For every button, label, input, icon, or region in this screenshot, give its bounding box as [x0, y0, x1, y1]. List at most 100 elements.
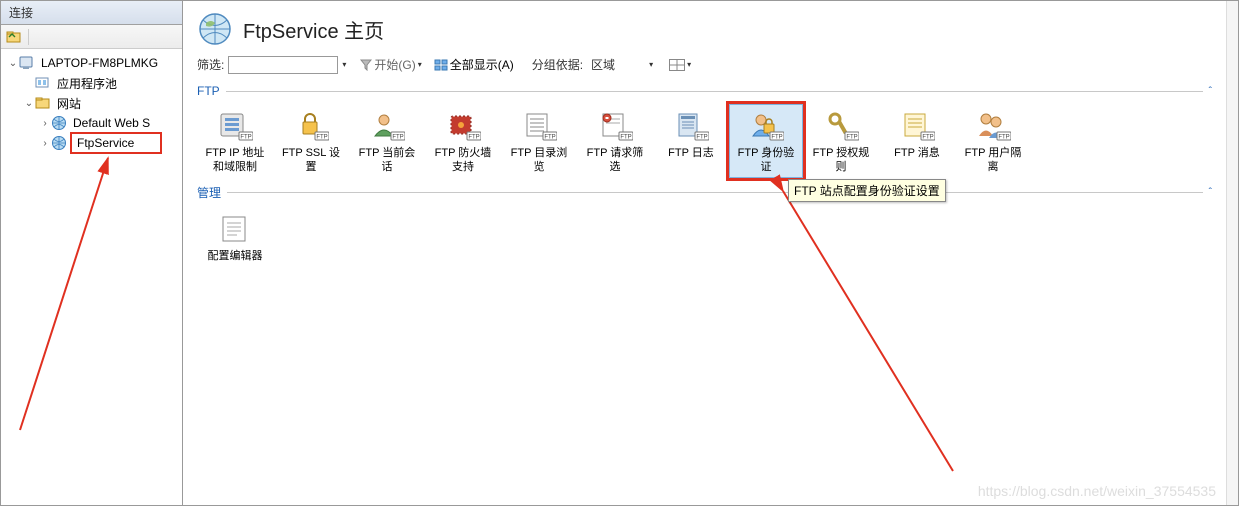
expander-icon[interactable]: ›	[39, 118, 51, 129]
globe-icon	[51, 135, 67, 151]
show-all-label: 全部显示(A)	[450, 56, 514, 73]
ftp-feature-icon: FTP	[899, 108, 935, 144]
toolbar-open-icon[interactable]	[5, 28, 23, 46]
expander-icon[interactable]: ⌄	[23, 98, 35, 109]
config-editor-icon	[217, 211, 253, 247]
tree-node-app-pools[interactable]: 应用程序池	[3, 73, 180, 93]
ftp-feature-icon: FTP	[597, 108, 633, 144]
ftp-feature-item[interactable]: FTP FTP 请求筛 选	[577, 104, 653, 178]
ftp-feature-label: FTP 防火墙 支持	[435, 146, 492, 174]
filter-label: 筛选:	[197, 56, 224, 73]
connections-header: 连接	[1, 1, 182, 25]
chevron-down-icon[interactable]: ▾	[342, 60, 346, 69]
expander-icon[interactable]: ›	[39, 138, 51, 149]
section-divider	[226, 91, 1203, 92]
grid-view-icon	[669, 59, 685, 71]
ftp-feature-label: FTP 日志	[668, 146, 714, 160]
tree-node-ftpservice[interactable]: › FtpService	[3, 133, 180, 153]
ftp-feature-label: FTP 当前会 话	[359, 146, 416, 174]
tree-label: 网站	[54, 94, 84, 113]
ftp-feature-item[interactable]: FTPFTP 防火墙 支持	[425, 104, 501, 178]
chevron-down-icon: ▾	[418, 60, 422, 69]
ftp-feature-label: FTP 用户隔 离	[965, 146, 1022, 174]
ftp-section: FTP ˆ FTPFTP IP 地址 和域限制FTPFTP SSL 设 置FTP…	[183, 80, 1226, 180]
section-header-management[interactable]: 管理 ˆ	[197, 184, 1212, 201]
group-by-value[interactable]: 区域	[587, 56, 645, 73]
management-feature-label: 配置编辑器	[208, 249, 263, 263]
tree-node-sites[interactable]: ⌄ 网站	[3, 93, 180, 113]
management-icon-grid: 配置编辑器	[197, 201, 1212, 269]
ftp-feature-item[interactable]: FTP FTP 身份验 证	[729, 104, 803, 178]
watermark: https://blog.csdn.net/weixin_37554535	[978, 483, 1216, 499]
ftp-feature-item[interactable]: FTPFTP 授权规 则	[803, 104, 879, 178]
filter-input[interactable]	[228, 56, 338, 74]
ftp-feature-item[interactable]: FTP FTP 用户隔 离	[955, 104, 1031, 178]
management-feature-item[interactable]: 配置编辑器	[197, 207, 273, 267]
start-button[interactable]: 开始(G) ▾	[356, 55, 425, 74]
ftp-feature-icon: FTP	[293, 108, 329, 144]
ftp-feature-item[interactable]: FTP FTP SSL 设 置	[273, 104, 349, 178]
collapse-caret-icon[interactable]: ˆ	[1203, 187, 1212, 198]
ftp-feature-item[interactable]: FTP FTP IP 地址 和域限制	[197, 104, 273, 178]
ftp-feature-label: FTP 消息	[894, 146, 940, 160]
chevron-down-icon[interactable]: ▾	[649, 60, 653, 69]
globe-icon	[51, 115, 67, 131]
svg-text:FTP: FTP	[998, 135, 1009, 141]
ftp-feature-icon: FTP	[369, 108, 405, 144]
ftp-feature-item[interactable]: FTP FTP 消息	[879, 104, 955, 178]
ftp-feature-label: FTP IP 地址 和域限制	[206, 146, 265, 174]
tooltip: FTP 站点配置身份验证设置	[788, 179, 946, 202]
svg-text:FTP: FTP	[544, 135, 555, 141]
tree-label: 应用程序池	[54, 74, 120, 93]
ftp-feature-icon: FTP	[217, 108, 253, 144]
svg-text:FTP: FTP	[316, 135, 327, 141]
ftp-feature-label: FTP SSL 设 置	[282, 146, 340, 174]
connections-panel: 连接 ⌄ LAPTOP-FM8PLMKG 应用程序池	[1, 1, 183, 505]
ftp-feature-item[interactable]: FTPFTP 目录浏 览	[501, 104, 577, 178]
section-title: FTP	[197, 84, 226, 98]
ftp-feature-icon: FTP	[823, 108, 859, 144]
tree-node-default-site[interactable]: › Default Web S	[3, 113, 180, 133]
ftp-feature-label: FTP 身份验 证	[738, 146, 795, 174]
chevron-down-icon: ▾	[687, 60, 691, 69]
ftp-feature-icon: FTP	[521, 108, 557, 144]
section-divider	[227, 192, 1203, 193]
ftp-feature-item[interactable]: FTPFTP 当前会 话	[349, 104, 425, 178]
start-label: 开始(G)	[374, 56, 415, 73]
tree-label: FtpService	[70, 132, 162, 154]
content-panel: FtpService 主页 筛选: ▾ 开始(G) ▾ 全部显示(A) 分组依据…	[183, 1, 1226, 505]
group-by-label: 分组依据:	[532, 56, 583, 73]
svg-text:FTP: FTP	[240, 135, 251, 141]
site-globe-icon	[197, 11, 233, 47]
tree-node-server[interactable]: ⌄ LAPTOP-FM8PLMKG	[3, 53, 180, 73]
ftp-feature-label: FTP 请求筛 选	[587, 146, 644, 174]
view-mode-button[interactable]: ▾	[665, 58, 695, 72]
tree-label: Default Web S	[70, 115, 153, 131]
page-title: FtpService 主页	[243, 15, 384, 44]
svg-text:FTP: FTP	[620, 135, 631, 141]
toolbar-separator	[28, 29, 29, 45]
title-bar: FtpService 主页	[183, 1, 1226, 53]
show-all-button[interactable]: 全部显示(A)	[430, 55, 518, 74]
section-header-ftp[interactable]: FTP ˆ	[197, 84, 1212, 98]
tree-label: LAPTOP-FM8PLMKG	[38, 55, 161, 71]
svg-text:FTP: FTP	[846, 135, 857, 141]
ftp-feature-item[interactable]: FTP FTP 日志	[653, 104, 729, 178]
connections-tree: ⌄ LAPTOP-FM8PLMKG 应用程序池 ⌄ 网站	[1, 49, 182, 505]
ftp-feature-icon: FTP	[673, 108, 709, 144]
app-pools-icon	[35, 75, 51, 91]
right-strip	[1226, 1, 1238, 505]
connections-toolbar	[1, 25, 182, 49]
ftp-feature-icon: FTP	[975, 108, 1011, 144]
expander-icon[interactable]: ⌄	[7, 58, 19, 69]
section-title: 管理	[197, 184, 227, 201]
collapse-caret-icon[interactable]: ˆ	[1203, 86, 1212, 97]
sites-folder-icon	[35, 95, 51, 111]
show-all-icon	[434, 59, 448, 71]
server-icon	[19, 55, 35, 71]
management-section: 管理 ˆ 配置编辑器	[183, 180, 1226, 269]
svg-text:FTP: FTP	[771, 135, 782, 141]
funnel-icon	[360, 59, 372, 71]
ftp-feature-icon: FTP	[445, 108, 481, 144]
svg-text:FTP: FTP	[696, 135, 707, 141]
